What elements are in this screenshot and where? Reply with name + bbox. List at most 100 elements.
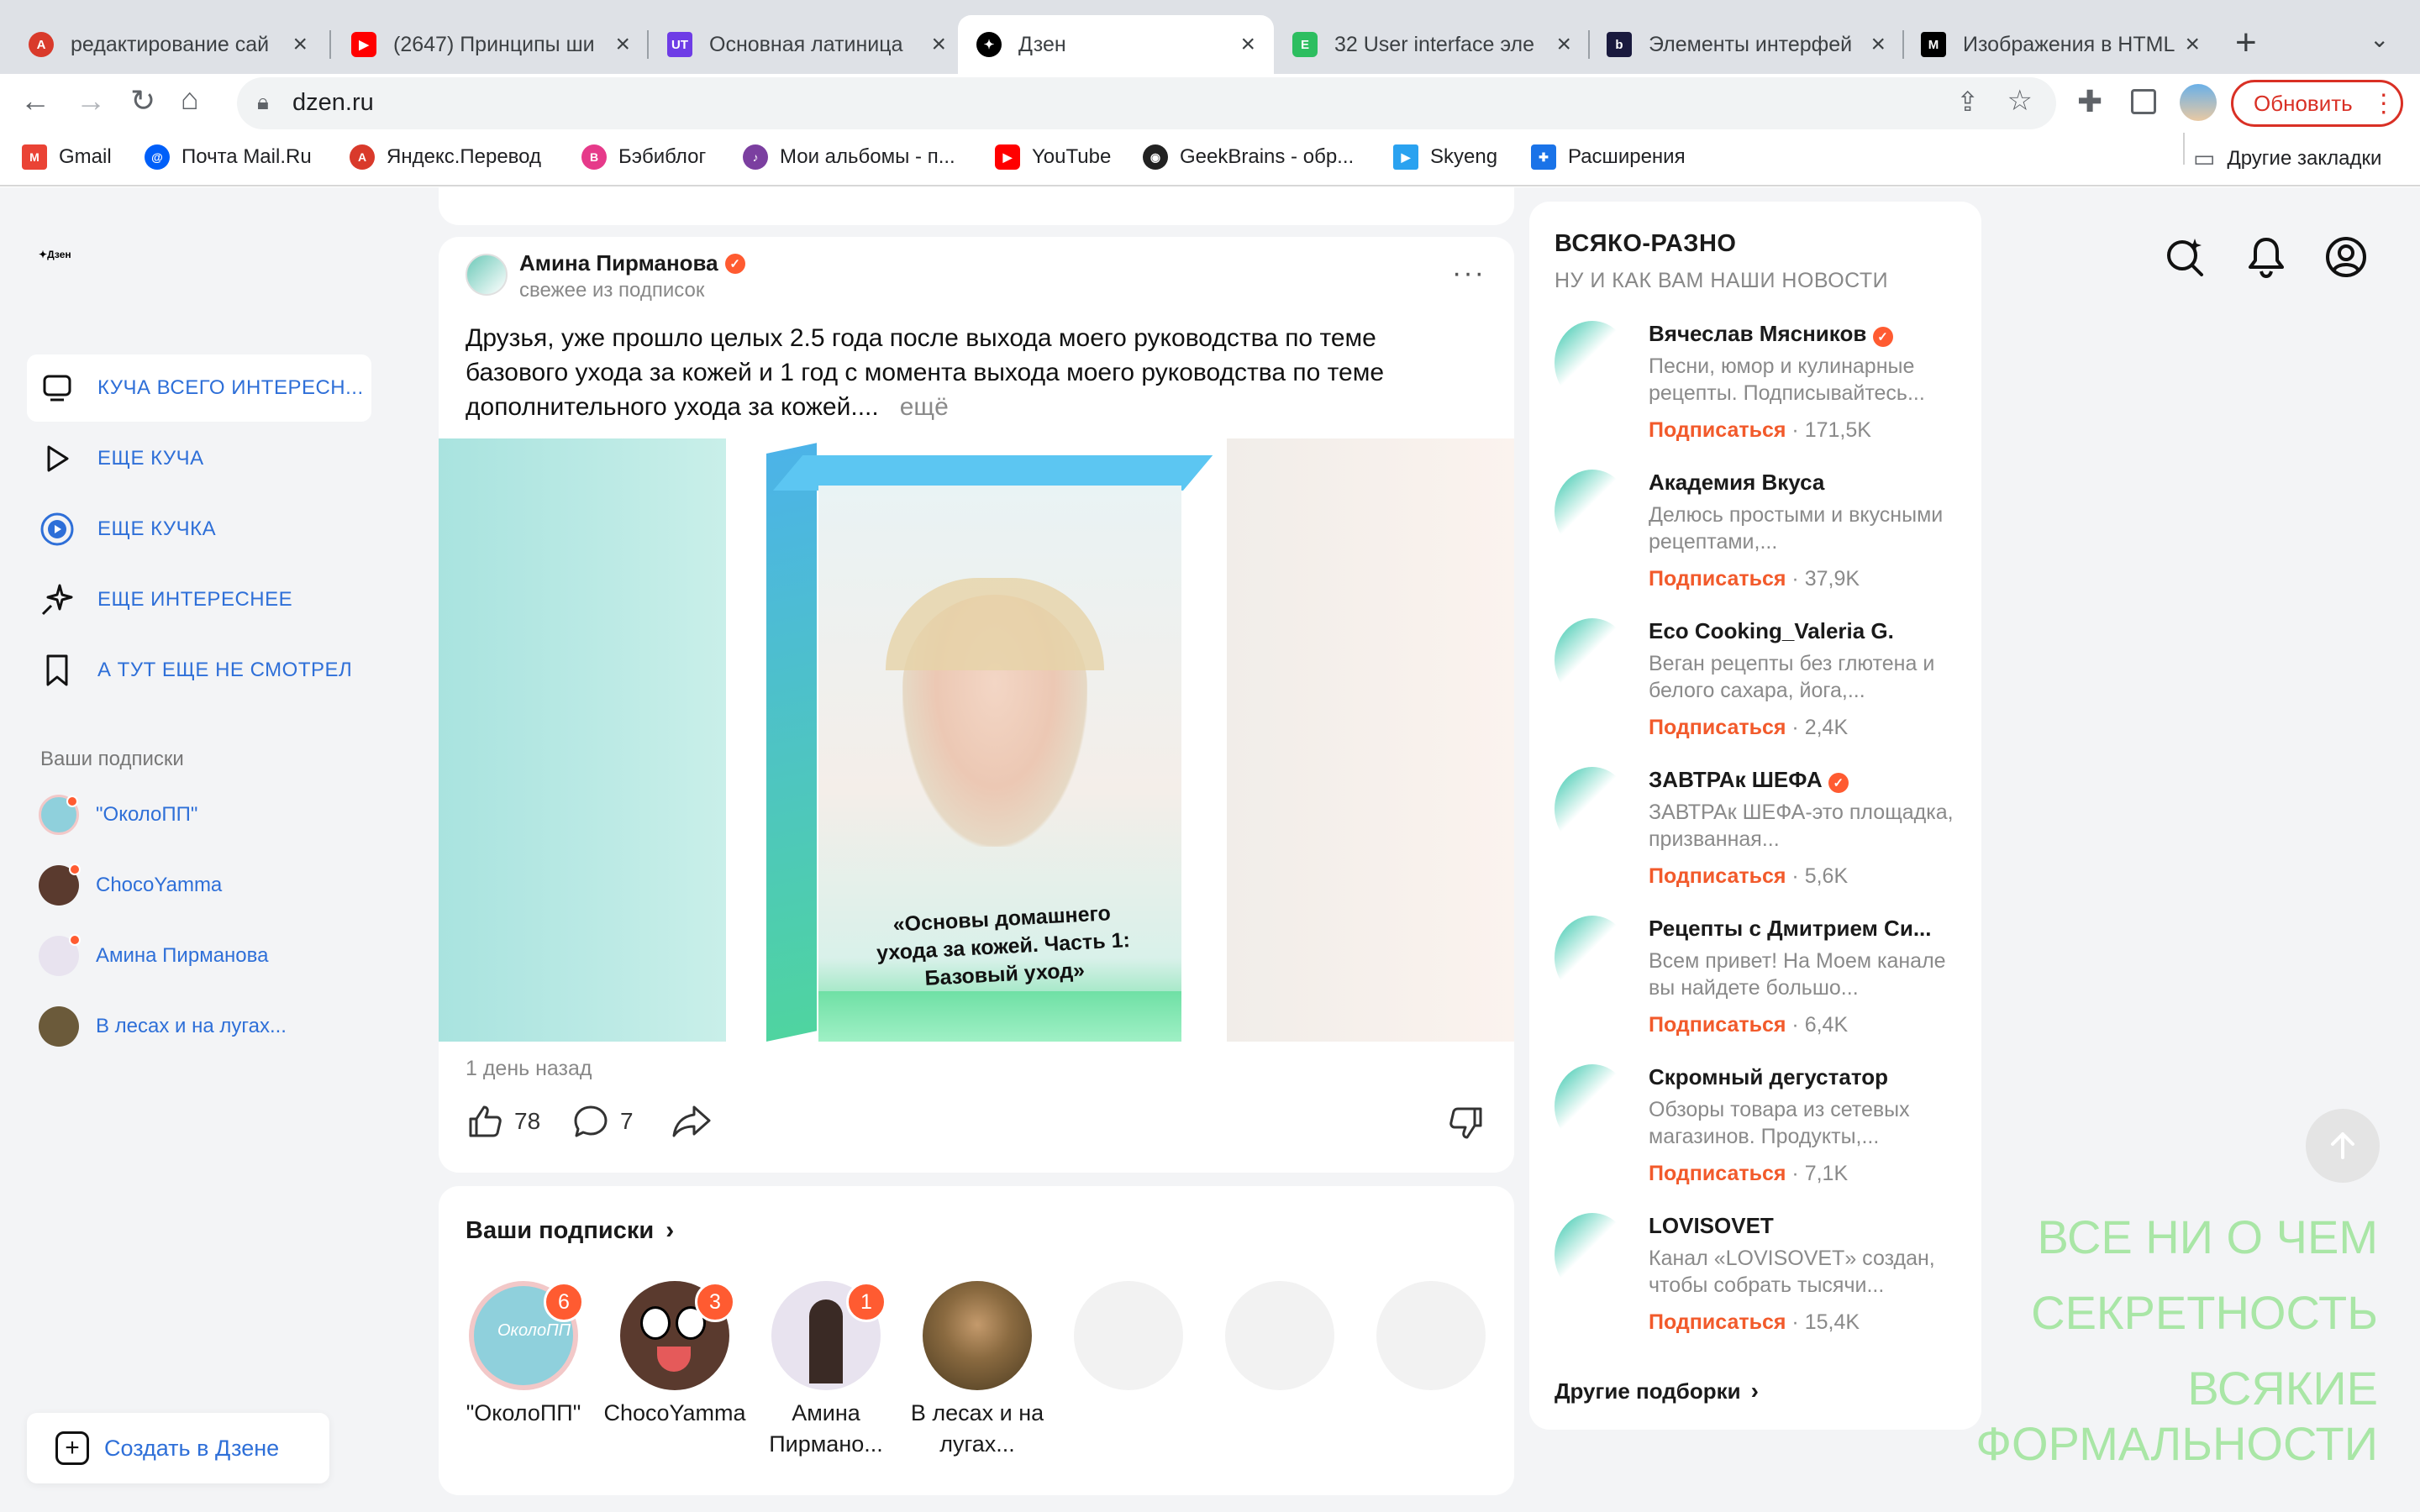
sidebar-item-0[interactable]: КУЧА ВСЕГО ИНТЕРЕСН... xyxy=(27,354,371,422)
profile-icon[interactable] xyxy=(2324,235,2368,283)
sidebar-sub-1[interactable]: ChocoYamma xyxy=(39,864,222,906)
extensions-icon[interactable]: ✚ xyxy=(2077,84,2102,119)
tab-0[interactable]: A редактирование сай × xyxy=(10,15,326,74)
story-label[interactable]: "ОколоПП" xyxy=(448,1398,599,1429)
post-author[interactable]: Амина Пирманова ✓ xyxy=(519,250,745,276)
promo-line-1[interactable]: ВСЕ НИ О ЧЕМ xyxy=(2037,1210,2378,1264)
post-text[interactable]: Друзья, уже прошло целых 2.5 года после … xyxy=(466,321,1465,424)
post-image[interactable]: «Основы домашнего ухода за кожей. Часть … xyxy=(439,438,1514,1042)
url-text[interactable]: dzen.ru xyxy=(292,89,374,117)
channel-desc: ЗАВТРАк ШЕФА-это площадка, призванная... xyxy=(1649,801,1954,851)
reload-icon[interactable]: ↻ xyxy=(130,82,155,119)
subscribe-button[interactable]: Подписаться xyxy=(1649,1013,1786,1037)
share-button[interactable] xyxy=(671,1102,713,1145)
profile-avatar[interactable] xyxy=(2180,84,2217,121)
rec-item-3[interactable]: ЗАВТРАк ШЕФА ✓ ЗАВТРАк ШЕФА-это площадка… xyxy=(1555,767,1966,893)
more-link[interactable]: ещё xyxy=(900,393,949,421)
bookmark-label: Gmail xyxy=(59,145,112,168)
sidepanel-icon[interactable] xyxy=(2131,89,2156,114)
sidebar-sub-0[interactable]: "ОколоПП" xyxy=(39,795,197,835)
promo-line-2[interactable]: СЕКРЕТНОСТЬ xyxy=(2031,1285,2378,1340)
dislike-button[interactable] xyxy=(1447,1104,1486,1147)
tab-search-icon[interactable]: ⌄ xyxy=(2370,25,2389,53)
tab-3-active[interactable]: ✦ Дзен × xyxy=(958,15,1274,74)
verified-icon: ✓ xyxy=(724,253,745,274)
close-icon[interactable]: × xyxy=(2185,30,2200,59)
sidebar-item-2[interactable]: ЕЩЕ КУЧКА xyxy=(27,496,371,563)
subscribe-button[interactable]: Подписаться xyxy=(1649,716,1786,739)
rec-item-4[interactable]: Рецепты с Дмитрием Си... Всем привет! На… xyxy=(1555,916,1966,1042)
channel-name[interactable]: LOVISOVET xyxy=(1649,1213,1774,1239)
close-icon[interactable]: × xyxy=(1870,30,1886,59)
bookmark-skyeng[interactable]: ▶ Skyeng xyxy=(1393,144,1497,170)
rec-item-0[interactable]: Вячеслав Мясников ✓ Песни, юмор и кулина… xyxy=(1555,321,1966,447)
story-circle-3[interactable] xyxy=(923,1281,1032,1390)
channel-name[interactable]: Академия Вкуса xyxy=(1649,470,1824,496)
comment-button[interactable]: 7 xyxy=(571,1102,634,1141)
bookmark-mailru[interactable]: @ Почта Mail.Ru xyxy=(145,144,312,170)
subscribe-button[interactable]: Подписаться xyxy=(1649,567,1786,591)
sidebar-sub-2[interactable]: Амина Пирманова xyxy=(39,934,268,976)
rec-item-2[interactable]: Eco Cooking_Valeria G. Веган рецепты без… xyxy=(1555,618,1966,744)
image-right-bg xyxy=(1227,438,1514,1042)
rec-item-6[interactable]: LOVISOVET Канал «LOVISOVET» создан, чтоб… xyxy=(1555,1213,1966,1339)
channel-name[interactable]: Рецепты с Дмитрием Си... xyxy=(1649,916,1932,942)
rec-item-5[interactable]: Скромный дегустатор Обзоры товара из сет… xyxy=(1555,1064,1966,1190)
back-icon[interactable]: ← xyxy=(20,82,50,119)
forward-icon[interactable]: → xyxy=(76,82,106,119)
promo-line-3[interactable]: ВСЯКИЕ ФОРМАЛЬНОСТИ xyxy=(1924,1361,2378,1472)
bookmark-gmail[interactable]: M Gmail xyxy=(22,144,112,170)
like-button[interactable]: 78 xyxy=(466,1102,540,1141)
new-tab-button[interactable]: + xyxy=(2235,22,2257,64)
subscribe-button[interactable]: Подписаться xyxy=(1649,1310,1786,1334)
subscribe-button[interactable]: Подписаться xyxy=(1649,864,1786,888)
stories-heading[interactable]: Ваши подписки › xyxy=(466,1216,674,1245)
bookmark-youtube[interactable]: ▶ YouTube xyxy=(995,144,1111,170)
sidebar-sub-3[interactable]: В лесах и на лугах... xyxy=(39,1006,287,1047)
tab-2[interactable]: UT Основная латиница × xyxy=(649,15,965,74)
rec-item-1[interactable]: Академия Вкуса Делюсь простыми и вкусным… xyxy=(1555,470,1966,596)
bell-icon[interactable] xyxy=(2245,235,2287,283)
author-avatar[interactable] xyxy=(466,254,508,296)
close-icon[interactable]: × xyxy=(1240,30,1255,59)
close-icon[interactable]: × xyxy=(615,30,630,59)
sidebar-item-4[interactable]: А ТУТ ЕЩЕ НЕ СМОТРЕЛ xyxy=(27,637,371,704)
translate-icon: A xyxy=(350,144,375,170)
tab-4[interactable]: E 32 User interface эле × xyxy=(1274,15,1590,74)
channel-name[interactable]: Скромный дегустатор xyxy=(1649,1064,1888,1090)
omnibox[interactable]: 🔒︎ dzen.ru ⇪ ☆ xyxy=(237,77,2056,129)
story-label[interactable]: ChocoYamma xyxy=(599,1398,750,1429)
bookmark-albums[interactable]: ♪ Мои альбомы - п... xyxy=(743,144,955,170)
gmail-icon: M xyxy=(22,144,47,170)
sidebar-item-3[interactable]: ЕЩЕ ИНТЕРЕСНЕЕ xyxy=(27,566,371,633)
more-collections-link[interactable]: Другие подборки › xyxy=(1555,1378,1759,1404)
channel-name[interactable]: Eco Cooking_Valeria G. xyxy=(1649,618,1894,644)
scroll-top-button[interactable] xyxy=(2306,1109,2380,1183)
star-icon[interactable]: ☆ xyxy=(2007,84,2033,118)
bookmark-babyblog[interactable]: B Бэбиблог xyxy=(581,144,706,170)
update-button[interactable]: Обновить ⋮ xyxy=(2231,80,2403,127)
tab-5[interactable]: b Элементы интерфей × xyxy=(1588,15,1904,74)
channel-name[interactable]: ЗАВТРАк ШЕФА ✓ xyxy=(1649,767,1849,793)
story-label[interactable]: В лесах и на лугах... xyxy=(902,1398,1053,1460)
tab-1[interactable]: ▶ (2647) Принципы ши × xyxy=(333,15,649,74)
more-options-icon[interactable]: ··· xyxy=(1452,257,1486,290)
dzen-logo[interactable]: ✦Дзен xyxy=(39,249,71,260)
bookmark-geekbrains[interactable]: ◉ GeekBrains - обр... xyxy=(1143,144,1354,170)
search-sparkle-icon[interactable] xyxy=(2163,235,2207,283)
subscribe-button[interactable]: Подписаться xyxy=(1649,418,1786,442)
close-icon[interactable]: × xyxy=(292,30,308,59)
close-icon[interactable]: × xyxy=(931,30,946,59)
share-icon[interactable]: ⇪ xyxy=(1956,86,1979,118)
bookmark-extensions[interactable]: ✚ Расширения xyxy=(1531,144,1686,170)
home-icon[interactable]: ⌂ xyxy=(181,81,199,118)
create-button[interactable]: + Создать в Дзене xyxy=(27,1413,329,1483)
bookmark-translate[interactable]: A Яндекс.Перевод xyxy=(350,144,541,170)
sidebar-item-1[interactable]: ЕЩЕ КУЧА xyxy=(27,425,371,492)
close-icon[interactable]: × xyxy=(1556,30,1571,59)
other-bookmarks[interactable]: ▭ Другие закладки xyxy=(2193,144,2381,172)
subscribe-button[interactable]: Подписаться xyxy=(1649,1162,1786,1185)
tab-6[interactable]: M Изображения в HTML × xyxy=(1902,15,2218,74)
story-label[interactable]: Амина Пирмано... xyxy=(750,1398,902,1460)
channel-name[interactable]: Вячеслав Мясников ✓ xyxy=(1649,321,1893,347)
